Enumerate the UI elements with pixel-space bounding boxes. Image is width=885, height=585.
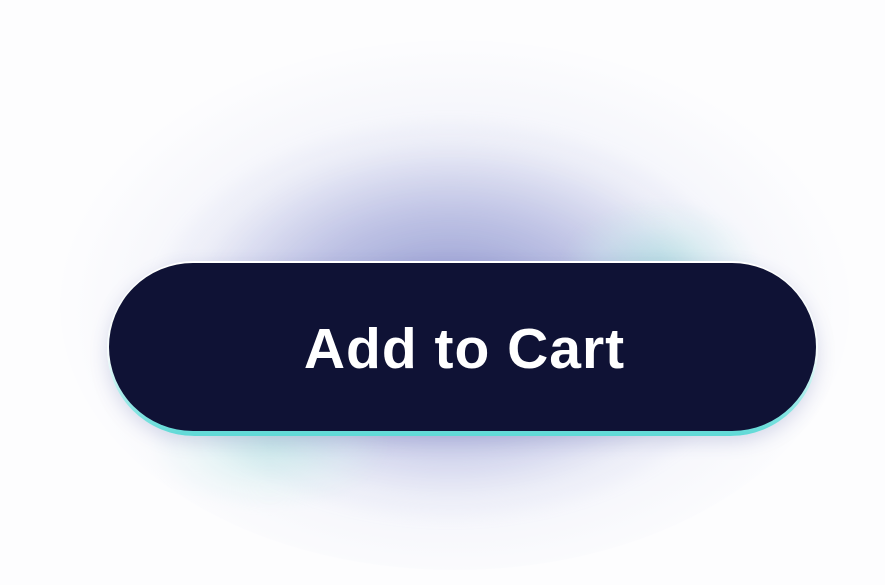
add-to-cart-label: Add to Cart (303, 317, 626, 381)
add-to-cart-button-face: Add to Cart (109, 263, 816, 431)
canvas: Add to Cart (0, 0, 885, 585)
add-to-cart-button[interactable]: Add to Cart (107, 261, 818, 436)
